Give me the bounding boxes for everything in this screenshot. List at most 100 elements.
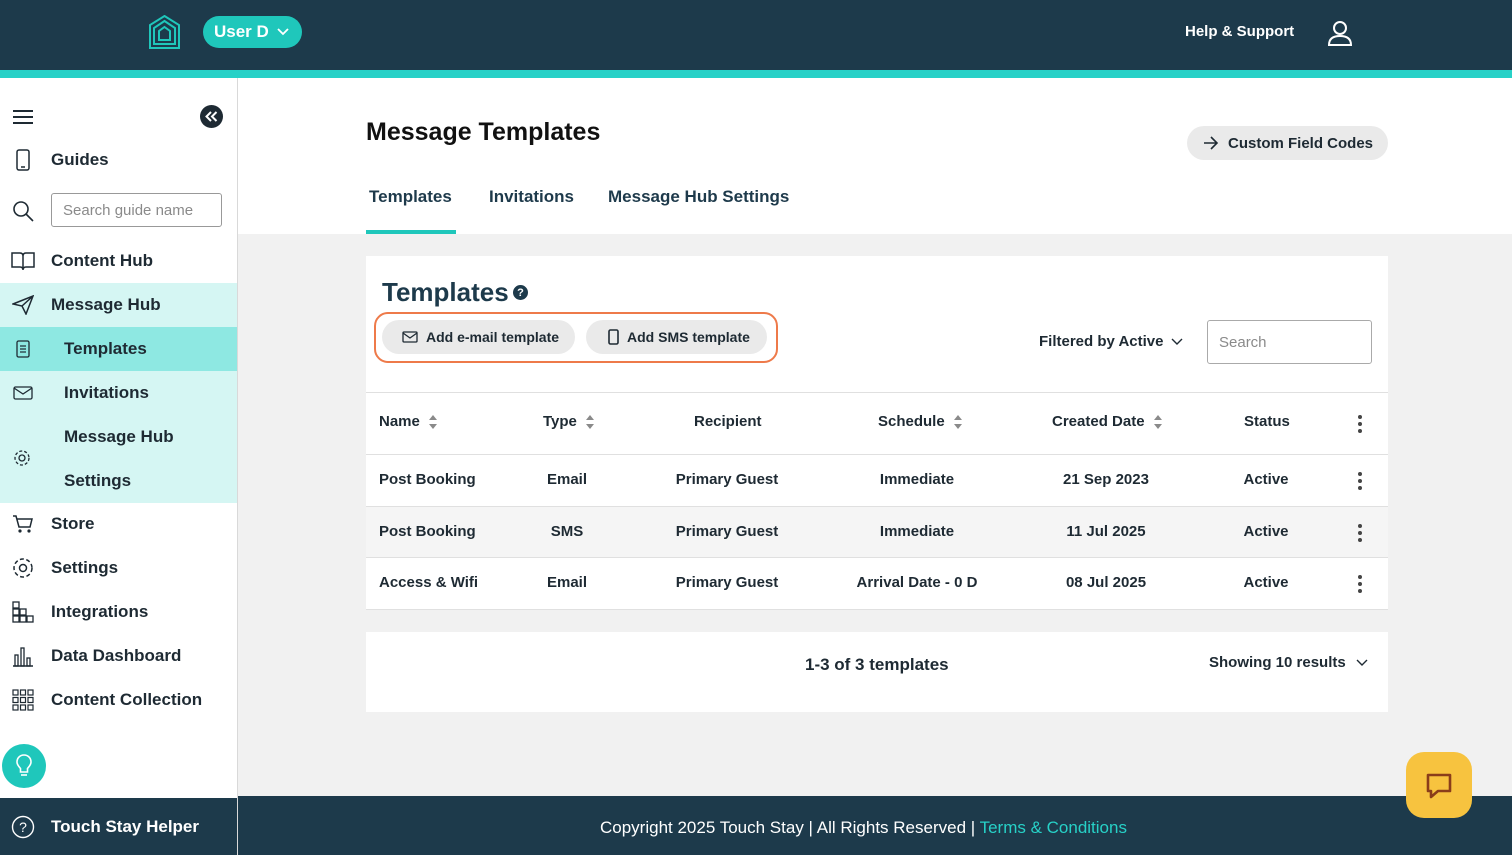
cell-created-date: 21 Sep 2023 xyxy=(1063,471,1149,488)
sort-icon xyxy=(953,414,962,429)
sidebar-item-settings-sub[interactable]: Settings xyxy=(0,459,237,503)
lightbulb-icon xyxy=(16,754,32,776)
book-icon xyxy=(11,252,35,271)
tips-button[interactable] xyxy=(2,744,46,788)
user-switcher-button[interactable]: User D xyxy=(203,16,302,48)
sidebar-item-integrations[interactable]: Integrations xyxy=(0,590,237,634)
row-menu-icon[interactable] xyxy=(1358,575,1362,596)
columns-menu-icon[interactable] xyxy=(1358,415,1362,436)
sidebar-item-label: Settings xyxy=(64,471,132,490)
sidebar-item-message-hub-settings[interactable]: Message Hub xyxy=(0,415,237,459)
sidebar-item-label: Settings xyxy=(51,558,119,577)
column-header-status: Status xyxy=(1244,413,1290,430)
search-guide-input[interactable] xyxy=(51,193,222,227)
cell-recipient: Primary Guest xyxy=(675,523,779,540)
sidebar-item-store[interactable]: Store xyxy=(0,502,237,546)
column-header-created-date[interactable]: Created Date xyxy=(1052,413,1163,430)
tab-message-hub-settings[interactable]: Message Hub Settings xyxy=(608,187,789,207)
cell-name: Access & Wifi xyxy=(379,574,479,591)
footer-text: Copyright 2025 Touch Stay | All Rights R… xyxy=(600,818,1127,838)
cell-schedule: Arrival Date - 0 D xyxy=(856,574,978,591)
sidebar-item-label: Content Hub xyxy=(51,251,153,270)
sidebar-item-templates[interactable]: Templates xyxy=(0,327,237,371)
table-row[interactable]: Post Booking SMS Primary Guest Immediate… xyxy=(366,507,1388,558)
sidebar-item-settings[interactable]: Settings xyxy=(0,546,237,590)
cell-created-date: 08 Jul 2025 xyxy=(1065,574,1147,591)
envelope-icon xyxy=(13,386,33,400)
collapse-sidebar-button[interactable] xyxy=(200,105,223,128)
help-question-icon[interactable]: ? xyxy=(513,285,528,300)
double-chevron-left-icon xyxy=(205,111,218,122)
cell-type: SMS xyxy=(550,523,584,540)
chat-widget-button[interactable] xyxy=(1406,752,1472,818)
filter-label: Filtered by Active xyxy=(1039,333,1164,350)
column-header-schedule[interactable]: Schedule xyxy=(878,413,963,430)
cell-type: Email xyxy=(546,471,588,488)
sidebar-item-guides[interactable]: Guides xyxy=(0,138,237,182)
add-sms-template-button[interactable]: Add SMS template xyxy=(586,320,767,354)
cell-recipient: Primary Guest xyxy=(675,471,779,488)
bar-chart-icon xyxy=(13,647,33,667)
column-header-label: Status xyxy=(1244,413,1290,430)
add-email-template-button[interactable]: Add e-mail template xyxy=(382,320,575,354)
column-header-label: Created Date xyxy=(1052,413,1145,430)
hamburger-menu-icon[interactable] xyxy=(13,109,33,125)
sidebar-item-data-dashboard[interactable]: Data Dashboard xyxy=(0,634,237,678)
tab-templates[interactable]: Templates xyxy=(369,187,452,207)
column-header-type[interactable]: Type xyxy=(543,413,595,430)
custom-field-codes-label: Custom Field Codes xyxy=(1228,134,1374,152)
user-profile-icon[interactable] xyxy=(1326,19,1354,47)
sidebar-item-message-hub[interactable]: Message Hub xyxy=(0,283,237,327)
row-menu-icon[interactable] xyxy=(1358,472,1362,493)
cell-recipient: Primary Guest xyxy=(675,574,779,591)
page-size-dropdown[interactable]: Showing 10 results xyxy=(1209,654,1368,671)
cart-icon xyxy=(13,515,33,533)
sidebar-item-content-hub[interactable]: Content Hub xyxy=(0,239,237,283)
table-row[interactable]: Post Booking Email Primary Guest Immedia… xyxy=(366,455,1388,506)
column-header-label: Type xyxy=(543,413,577,430)
mobile-phone-icon xyxy=(608,329,619,345)
gear-icon xyxy=(13,558,33,578)
help-support-link[interactable]: Help & Support xyxy=(1185,23,1294,40)
sidebar-item-invitations[interactable]: Invitations xyxy=(0,371,237,415)
chat-bubble-icon xyxy=(1426,773,1452,799)
arrow-right-icon xyxy=(1204,136,1219,150)
sidebar-item-content-collection[interactable]: Content Collection xyxy=(0,678,237,722)
page-size-label: Showing 10 results xyxy=(1209,654,1346,671)
touch-stay-helper-button[interactable]: ? Touch Stay Helper xyxy=(0,798,237,855)
sort-icon xyxy=(585,414,594,429)
column-header-recipient: Recipient xyxy=(694,413,762,430)
row-menu-icon[interactable] xyxy=(1358,524,1362,545)
cell-status: Active xyxy=(1243,523,1289,540)
document-icon xyxy=(16,340,30,358)
cell-name: Post Booking xyxy=(379,471,476,488)
grid-blocks-icon xyxy=(12,601,34,623)
column-header-label: Recipient xyxy=(694,413,762,430)
sidebar-item-label: Guides xyxy=(51,150,109,169)
phone-icon xyxy=(16,149,30,171)
chevron-down-icon xyxy=(277,28,289,36)
cell-status: Active xyxy=(1243,574,1289,591)
sort-icon xyxy=(428,414,437,429)
divider xyxy=(366,609,1388,610)
page-title: Message Templates xyxy=(366,118,601,146)
cell-schedule: Immediate xyxy=(879,523,955,540)
svg-text:?: ? xyxy=(19,819,27,835)
terms-link[interactable]: Terms & Conditions xyxy=(980,818,1127,837)
sidebar-item-label: Integrations xyxy=(51,602,149,621)
column-header-name[interactable]: Name xyxy=(379,413,438,430)
tab-invitations[interactable]: Invitations xyxy=(489,187,574,207)
sidebar-item-label: Content Collection xyxy=(51,690,203,709)
cell-type: Email xyxy=(546,574,588,591)
sidebar-item-label: Invitations xyxy=(64,383,150,402)
house-logo-icon[interactable] xyxy=(148,15,181,49)
grid-dots-icon xyxy=(12,689,34,711)
user-switcher-label: User D xyxy=(214,22,269,41)
active-tab-indicator xyxy=(366,230,456,234)
cell-status: Active xyxy=(1243,471,1289,488)
table-row[interactable]: Access & Wifi Email Primary Guest Arriva… xyxy=(366,558,1388,609)
status-filter-dropdown[interactable]: Filtered by Active xyxy=(1039,333,1183,350)
custom-field-codes-button[interactable]: Custom Field Codes xyxy=(1187,126,1388,160)
cell-name: Post Booking xyxy=(379,523,476,540)
template-search-input[interactable] xyxy=(1207,320,1372,364)
